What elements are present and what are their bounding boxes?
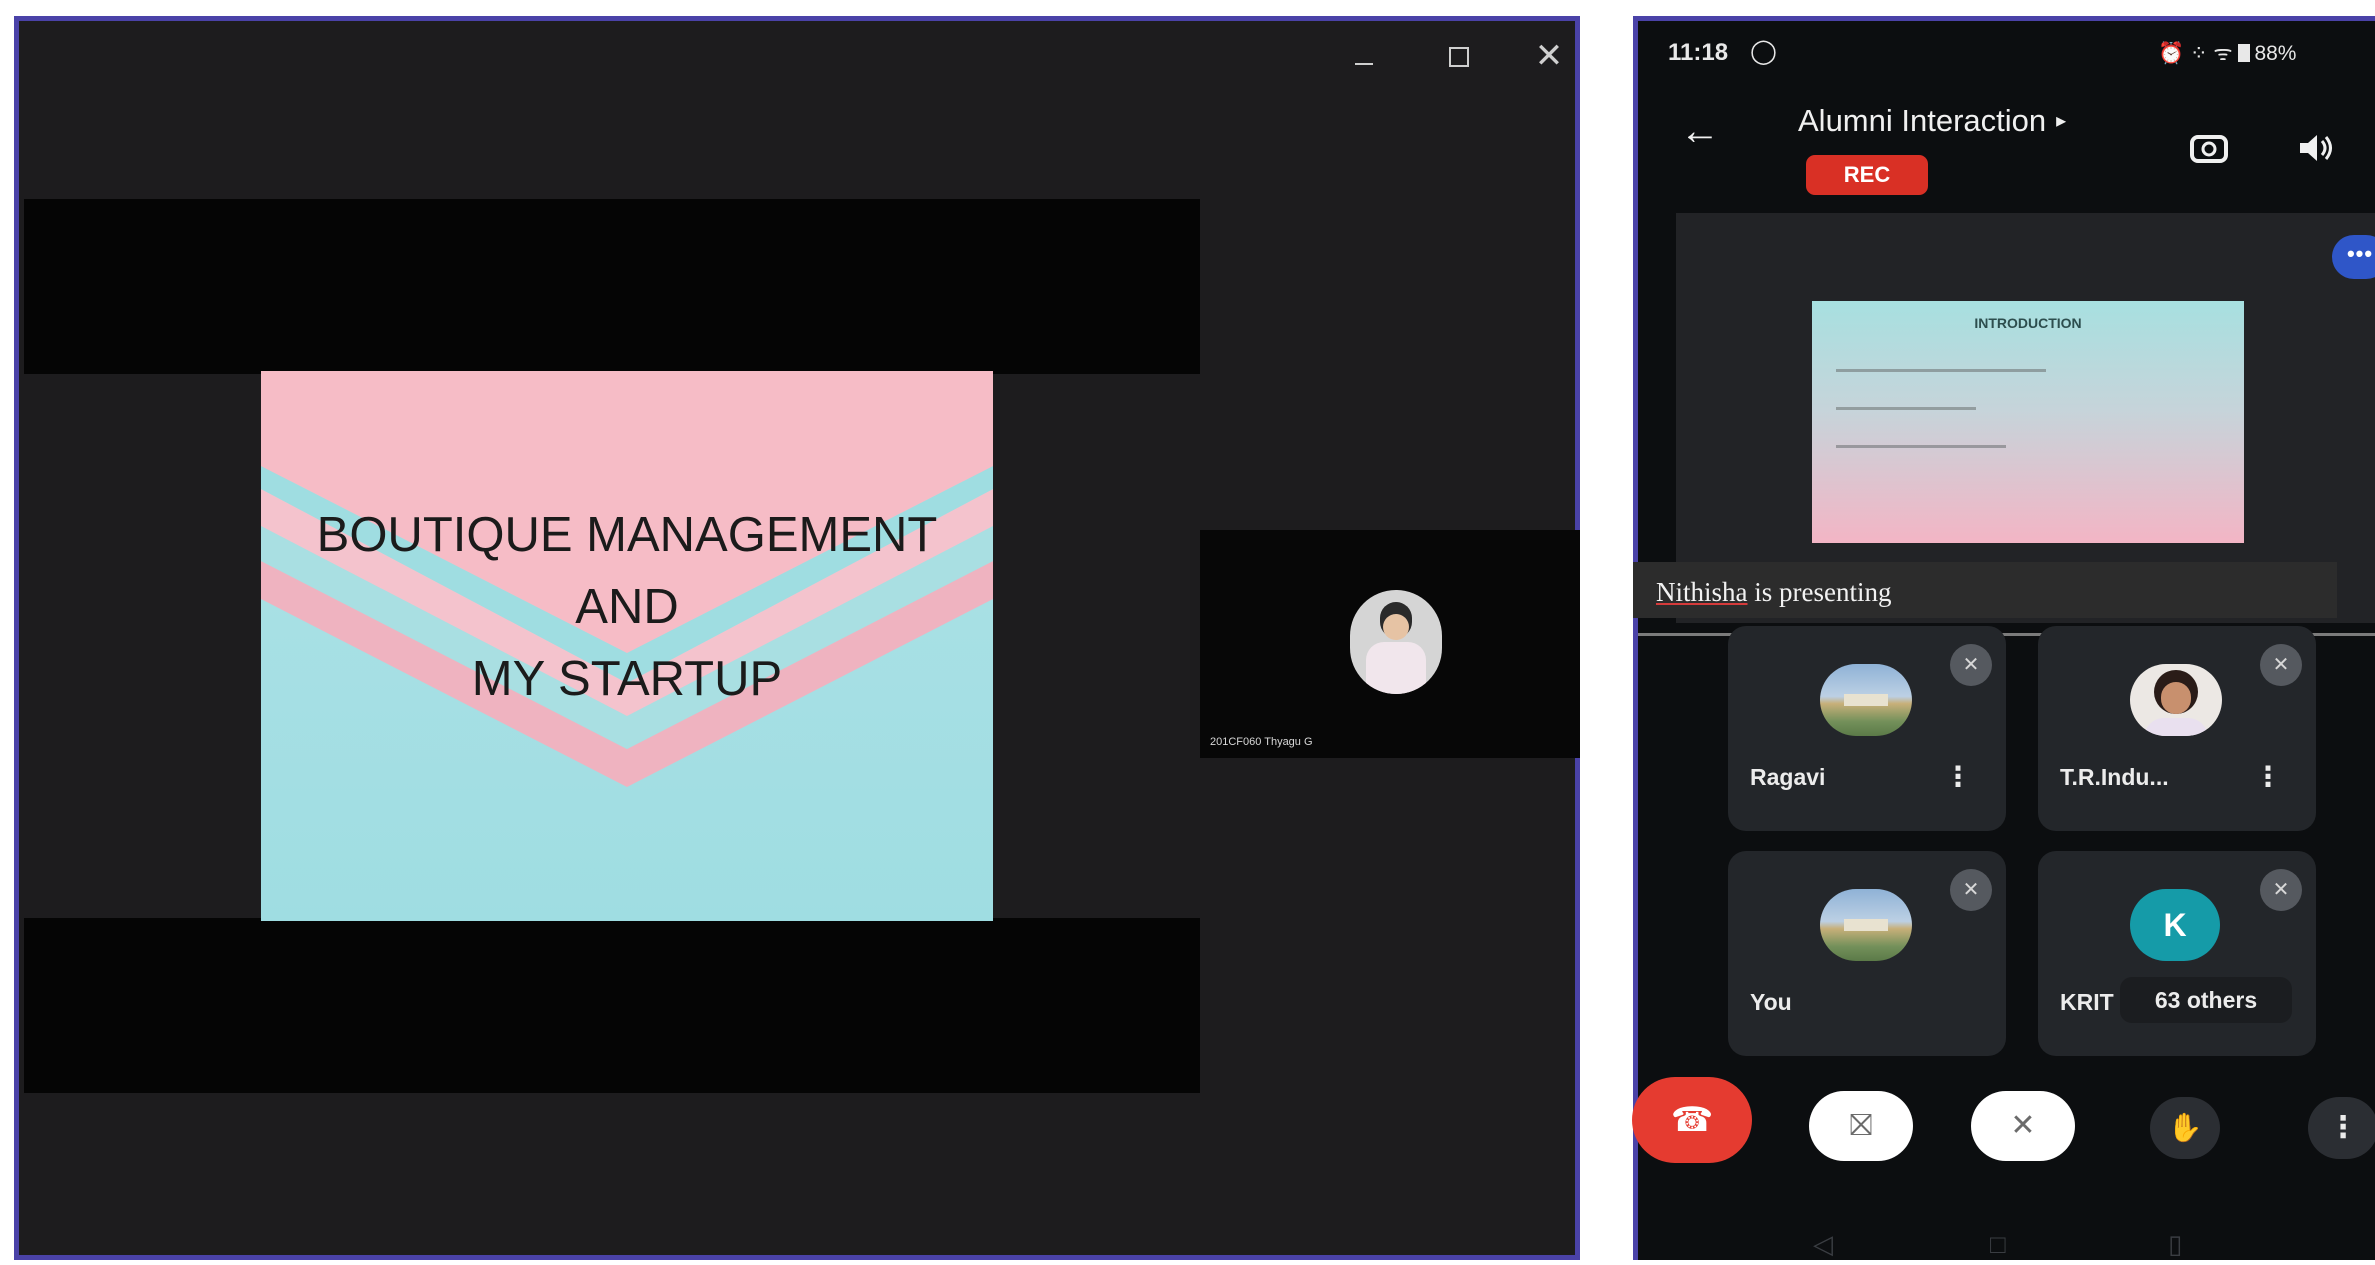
participant-name: KRIT <box>2060 989 2114 1015</box>
switch-camera-icon[interactable] <box>2186 125 2232 171</box>
mic-toggle-button[interactable]: ✕ <box>1971 1091 2075 1161</box>
mic-off-icon: ✕ <box>2010 1109 2036 1142</box>
avatar <box>1350 590 1442 694</box>
presenting-suffix: is presenting <box>1747 577 1892 607</box>
phone-hangup-icon: ☎ <box>1670 1101 1714 1139</box>
status-icons: ⏰ ⁘ ᯤ 88% <box>2158 39 2296 67</box>
meeting-title-text: Alumni Interaction <box>1798 103 2047 138</box>
slide-text-line <box>1836 407 1976 410</box>
close-button[interactable]: ✕ <box>1529 39 1569 73</box>
participant-tile-indu[interactable]: ✕ T.R.Indu... ⋮ <box>2038 626 2316 831</box>
kebab-menu-icon[interactable]: ⋮ <box>1944 760 1972 793</box>
minimize-icon <box>1355 63 1373 65</box>
camera-off-icon: ⛝ <box>1849 1109 1873 1142</box>
kebab-menu-icon[interactable]: ⋮ <box>2254 760 2282 793</box>
others-count-badge[interactable]: 63 others <box>2120 977 2292 1023</box>
shared-slide-title: INTRODUCTION <box>1974 315 2082 331</box>
nav-back-icon[interactable]: ◁ <box>1813 1229 1833 1260</box>
status-time: 11:18 <box>1668 39 1729 66</box>
maximize-button[interactable] <box>1439 41 1479 73</box>
minimize-button[interactable] <box>1344 41 1384 71</box>
maximize-icon <box>1449 47 1469 67</box>
caret-right-icon: ▸ <box>2056 110 2067 132</box>
speaker-icon[interactable] <box>2292 125 2338 171</box>
back-arrow-icon[interactable]: ← <box>1680 109 1720 154</box>
slide-title-line-3: MY STARTUP <box>471 652 783 706</box>
slide-text-line <box>1836 369 2046 372</box>
raise-hand-button[interactable]: ✋ <box>2150 1097 2220 1159</box>
presenting-label: Nithisha is presenting <box>1656 577 1891 608</box>
desktop-meeting-window: ✕ BOUTIQUE MANAGEMENT AND MY STARTUP 201… <box>14 16 1580 1260</box>
participant-name: 201CF060 Thyagu G <box>1210 736 1313 748</box>
participant-name: Ragavi <box>1750 764 1826 790</box>
nav-recents-icon[interactable]: ▯ <box>2168 1229 2182 1260</box>
end-call-button[interactable]: ☎ <box>1632 1077 1752 1163</box>
mic-muted-icon: ✕ <box>2260 644 2302 686</box>
mic-muted-icon: ✕ <box>2260 869 2302 911</box>
slide-title: BOUTIQUE MANAGEMENT AND MY STARTUP <box>261 499 993 715</box>
letterbox-top <box>24 199 1200 374</box>
participant-tile-you[interactable]: ✕ You <box>1728 851 2006 1056</box>
more-options-button[interactable]: ••• <box>2332 235 2375 279</box>
participant-name: You <box>1750 989 1792 1015</box>
android-nav-bar: ◁ □ ▯ <box>1638 1221 2375 1265</box>
nav-home-icon[interactable]: □ <box>1990 1229 2006 1260</box>
shared-slide-thumbnail: INTRODUCTION <box>1812 301 2244 543</box>
hand-icon: ✋ <box>2167 1112 2203 1143</box>
camera-toggle-button[interactable]: ⛝ <box>1809 1091 1913 1161</box>
avatar <box>2130 664 2222 736</box>
avatar <box>1820 889 1912 961</box>
recording-badge: REC <box>1806 155 1928 195</box>
presenter-name: Nithisha <box>1656 577 1748 607</box>
presentation-slide: BOUTIQUE MANAGEMENT AND MY STARTUP <box>261 371 993 921</box>
phone-meeting-screen: 11:18 ◯ ⏰ ⁘ ᯤ 88% ← Alumni Interaction ▸ … <box>1632 16 2375 1260</box>
more-vertical-icon: ⋮ <box>2328 1111 2358 1144</box>
sync-icon: ◯ <box>1750 38 1777 65</box>
avatar-letter: K <box>2130 889 2220 961</box>
participant-tile-others[interactable]: ✕ K KRIT 63 others <box>2038 851 2316 1056</box>
slide-title-line-2: AND <box>575 580 679 634</box>
more-actions-button[interactable]: ⋮ <box>2308 1097 2375 1159</box>
battery-icon <box>2238 44 2251 62</box>
participant-video-tile[interactable]: 201CF060 Thyagu G <box>1200 530 1580 758</box>
participant-tile-ragavi[interactable]: ✕ Ragavi ⋮ <box>1728 626 2006 831</box>
mic-muted-icon: ✕ <box>1950 869 1992 911</box>
slide-title-line-1: BOUTIQUE MANAGEMENT <box>316 508 938 562</box>
slide-text-line <box>1836 445 2006 448</box>
participant-name: T.R.Indu... <box>2060 764 2169 790</box>
meeting-title[interactable]: Alumni Interaction ▸ <box>1798 103 2066 139</box>
letterbox-bottom <box>24 918 1200 1093</box>
status-indicator-icons: ⏰ ⁘ ᯤ <box>2158 42 2233 65</box>
battery-level: 88% <box>2254 42 2297 65</box>
avatar <box>1820 664 1912 736</box>
mic-muted-icon: ✕ <box>1950 644 1992 686</box>
